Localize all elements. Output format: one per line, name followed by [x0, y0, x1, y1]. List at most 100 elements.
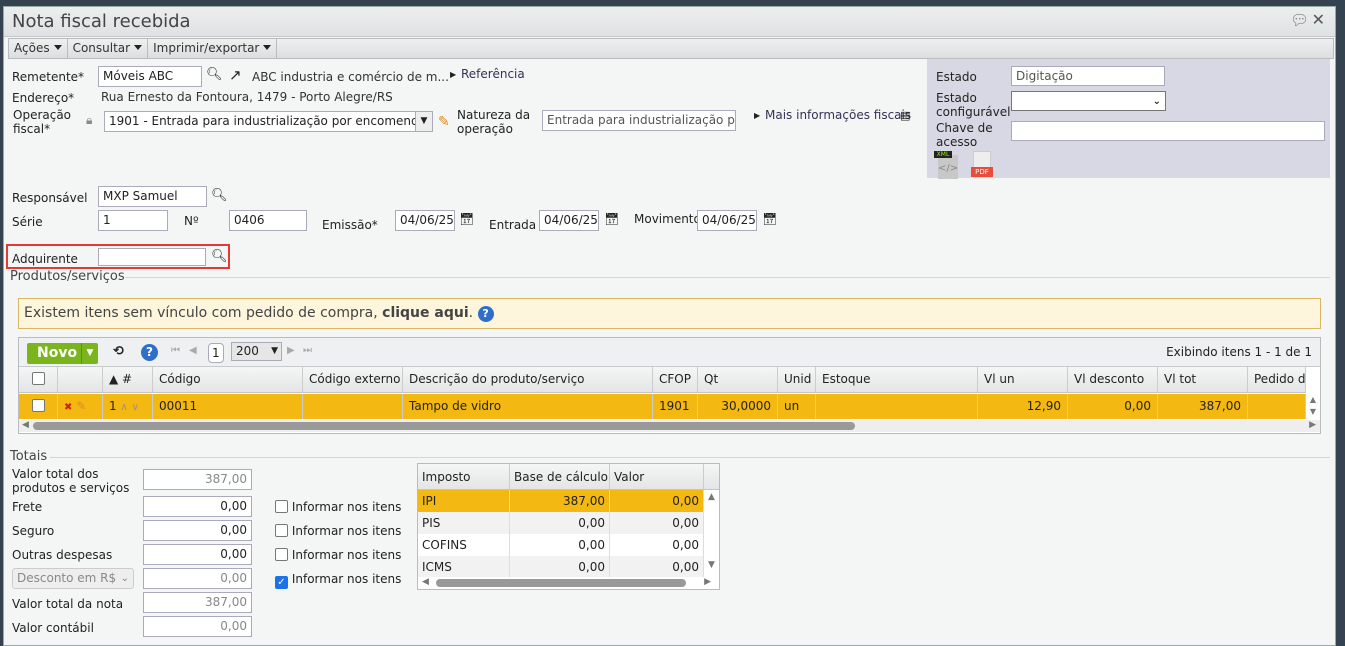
column-header[interactable]: Imposto [418, 464, 510, 489]
help-icon[interactable]: ? [477, 306, 494, 322]
menu-label: Imprimir/exportar [153, 41, 260, 55]
menu-acoes[interactable]: Ações [9, 39, 68, 58]
next-page-icon[interactable]: ▶ [287, 345, 295, 356]
notice-banner: Existem itens sem vínculo com pedido de … [18, 298, 1321, 329]
row-checkbox[interactable] [32, 399, 45, 412]
menu-imprimir[interactable]: Imprimir/exportar [148, 39, 278, 58]
column-header[interactable]: Código [153, 367, 303, 392]
responsavel-input[interactable]: MXP Samuel [98, 186, 207, 207]
calendar-icon[interactable]: 📅︎ [762, 212, 777, 226]
horizontal-scrollbar[interactable]: ◀ ▶ [418, 577, 719, 589]
vertical-scrollbar[interactable]: ▲ ▼ [1306, 394, 1320, 419]
estado-configuravel-select[interactable]: ⌄ [1011, 91, 1166, 111]
column-header[interactable] [58, 367, 103, 392]
page-size-select[interactable]: 200 ▼ [231, 342, 282, 361]
column-header[interactable]: Descrição do produto/serviço [403, 367, 653, 392]
valor-total-label: Valor total dos produtos e serviços [12, 467, 129, 495]
xml-icon[interactable]: </> XML [934, 151, 958, 179]
remetente-input[interactable]: Móveis ABC [98, 66, 202, 87]
calendar-icon[interactable]: 📅︎ [459, 212, 474, 226]
novo-button[interactable]: Novo ▼ [27, 343, 98, 364]
table-row[interactable]: IPI 387,00 0,00 [418, 490, 704, 512]
horizontal-scrollbar[interactable]: ◀ ▶ [19, 420, 1320, 432]
mais-info-link[interactable]: Mais informações fiscais [765, 108, 911, 122]
chevron-down-icon[interactable]: ▼ [415, 112, 432, 131]
column-header[interactable]: Valor [610, 464, 704, 489]
chave-input[interactable] [1011, 121, 1325, 141]
pencil-icon[interactable]: ✎ [438, 114, 450, 130]
move-down-icon[interactable]: ∨ [132, 402, 139, 413]
emissao-input[interactable]: 04/06/25 [395, 210, 455, 231]
table-row[interactable]: ICMS 0,00 0,00 [418, 556, 704, 578]
column-header[interactable]: Vl un [978, 367, 1068, 392]
column-header[interactable]: Estoque [816, 367, 978, 392]
column-header[interactable]: Código externo [303, 367, 403, 392]
column-header[interactable]: CFOP [653, 367, 698, 392]
seguro-input[interactable]: 0,00 [143, 520, 252, 541]
column-header[interactable]: Pedido de [1248, 367, 1306, 392]
column-header[interactable] [19, 367, 58, 392]
document-icon[interactable]: ▤ [900, 109, 910, 123]
column-header[interactable]: ▲ # [103, 367, 153, 392]
search-icon[interactable]: 🔍︎ [211, 249, 228, 264]
table-row[interactable]: ✖ ✎ 1 ∧ ∨ 00011 Tampo de vidro 1901 30,0000 un… [19, 394, 1306, 419]
checkbox[interactable]: ✓ [275, 576, 288, 589]
outras-despesas-input[interactable]: 0,00 [143, 544, 252, 565]
external-link-icon[interactable]: ↗ [229, 66, 242, 84]
close-icon[interactable]: ✕ [1312, 10, 1325, 29]
first-page-icon[interactable]: ⏮ [171, 345, 180, 356]
scroll-thumb[interactable] [33, 422, 855, 430]
move-up-icon[interactable]: ∧ [120, 402, 127, 413]
remetente-name: ABC industria e comércio de m... [252, 70, 449, 84]
pdf-icon-text: PDF [971, 167, 993, 177]
page-input[interactable]: 1 [208, 343, 224, 363]
column-header[interactable]: Base de cálculo [510, 464, 610, 489]
delete-icon[interactable]: ✖ [64, 402, 72, 413]
search-icon[interactable]: 🔍︎ [206, 67, 223, 82]
checkbox[interactable] [275, 524, 288, 537]
pdf-icon[interactable]: PDF [971, 151, 993, 179]
chat-icon[interactable]: 💬︎ [1290, 11, 1309, 29]
adquirente-input[interactable] [98, 248, 206, 266]
table-row[interactable]: PIS 0,00 0,00 [418, 512, 704, 534]
column-header[interactable]: Unid [778, 367, 816, 392]
informar-nos-itens-checkbox[interactable]: Informar nos itens [275, 548, 401, 562]
search-icon[interactable]: 🔍︎ [211, 188, 228, 203]
serie-input[interactable]: 1 [98, 210, 168, 231]
column-header[interactable]: Vl desconto [1068, 367, 1158, 392]
calendar-icon[interactable]: 📅︎ [604, 212, 619, 226]
numero-input[interactable]: 0406 [229, 210, 307, 231]
table-cell: 0,00 [1068, 394, 1158, 419]
prev-page-icon[interactable]: ◀ [189, 345, 197, 356]
vertical-scrollbar[interactable]: ▲ ▼ [704, 490, 719, 578]
edit-icon[interactable]: ✎ [76, 399, 86, 413]
notice-link[interactable]: clique aqui [382, 305, 469, 321]
divider [50, 457, 1330, 458]
scroll-thumb[interactable] [436, 579, 686, 587]
select-all-checkbox[interactable] [32, 372, 45, 385]
entrada-input[interactable]: 04/06/25 [539, 210, 599, 231]
frete-input[interactable]: 0,00 [143, 496, 252, 517]
table-cell: 30,0000 [698, 394, 778, 419]
last-page-icon[interactable]: ⏭ [303, 345, 312, 356]
menu-consultar[interactable]: Consultar [68, 39, 149, 58]
refresh-icon[interactable]: ⟲ [113, 344, 124, 359]
movimento-input[interactable]: 04/06/25 [697, 210, 757, 231]
informar-nos-itens-checkbox[interactable]: Informar nos itens [275, 524, 401, 538]
dropdown-icon[interactable]: ▼ [81, 343, 98, 364]
checkbox[interactable] [275, 500, 288, 513]
referencia-link[interactable]: Referência [461, 67, 525, 81]
natureza-input[interactable]: Entrada para industrialização por encome… [542, 110, 736, 131]
checkbox[interactable] [275, 548, 288, 561]
table-row[interactable]: COFINS 0,00 0,00 [418, 534, 704, 556]
operacao-fiscal-select[interactable]: 1901 - Entrada para industrialização por… [104, 111, 433, 132]
table-cell: ✖ ✎ [58, 394, 103, 419]
help-icon[interactable]: ? [141, 344, 158, 361]
grid-toolbar: Novo ▼ ⟲ ? ⏮ ◀ 1 200 ▼ ▶ ⏭ Exibindo itens … [19, 338, 1320, 367]
menu-bar: Ações Consultar Imprimir/exportar [8, 38, 1334, 59]
informar-nos-itens-checkbox[interactable]: ✓ Informar nos itens [275, 572, 401, 589]
column-header[interactable]: Qt [698, 367, 778, 392]
column-header[interactable]: Vl tot [1158, 367, 1248, 392]
informar-nos-itens-checkbox[interactable]: Informar nos itens [275, 500, 401, 514]
seguro-label: Seguro [12, 524, 55, 538]
